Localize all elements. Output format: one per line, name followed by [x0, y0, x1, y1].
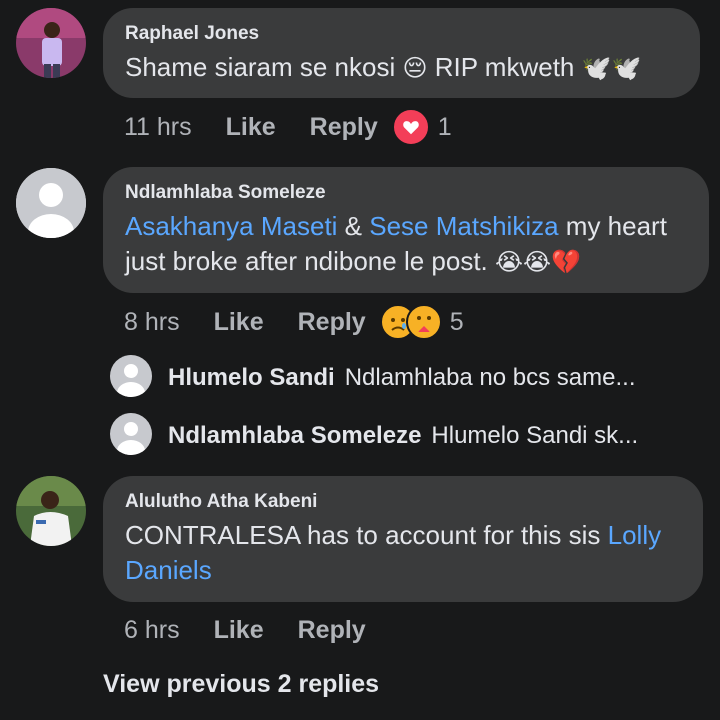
comment-time[interactable]: 8 hrs — [124, 308, 180, 337]
comment-bubble: Raphael Jones Shame siaram se nkosi 😔 RI… — [103, 8, 700, 98]
reply-text: Hlumelo Sandi sk... — [431, 422, 639, 449]
dove-emoji: 🕊️🕊️ — [581, 54, 642, 82]
comment-actions: 11 hrs Like Reply 1 — [124, 107, 452, 147]
view-previous-replies-link[interactable]: View previous 2 replies — [103, 670, 379, 699]
like-button[interactable]: Like — [214, 308, 264, 337]
mention-link[interactable]: Sese Matshikiza — [369, 211, 558, 241]
comment-author[interactable]: Ndlamhlaba Someleze — [125, 181, 689, 205]
like-button[interactable]: Like — [226, 113, 276, 142]
comment-actions: 8 hrs Like Reply 5 — [124, 302, 464, 342]
avatar[interactable] — [16, 168, 86, 238]
reply-preview[interactable]: Hlumelo Sandi Ndlamhlaba no bcs same... — [168, 356, 636, 400]
reply-author[interactable]: Ndlamhlaba Someleze — [168, 422, 421, 450]
comments-thread: Raphael Jones Shame siaram se nkosi 😔 RI… — [0, 0, 720, 720]
default-avatar-icon — [110, 413, 152, 455]
reply-author[interactable]: Hlumelo Sandi — [168, 364, 335, 392]
heart-icon — [391, 108, 430, 146]
comment-text: Shame siaram se nkosi 😔 RIP mkweth 🕊️🕊️ — [125, 52, 642, 82]
comment-author[interactable]: Alulutho Atha Kabeni — [125, 490, 683, 514]
reaction-count: 1 — [437, 112, 452, 141]
avatar[interactable] — [110, 413, 152, 455]
pensive-emoji: 😔 — [402, 54, 428, 82]
avatar[interactable] — [16, 476, 86, 546]
reply-button[interactable]: Reply — [298, 308, 366, 337]
comment-author[interactable]: Raphael Jones — [125, 22, 680, 46]
default-avatar-icon — [16, 168, 86, 238]
default-avatar-icon — [110, 355, 152, 397]
comment-time[interactable]: 11 hrs — [124, 113, 192, 142]
reactions-summary[interactable] — [379, 304, 442, 340]
reply-button[interactable]: Reply — [310, 113, 378, 142]
avatar[interactable] — [110, 355, 152, 397]
like-button[interactable]: Like — [214, 616, 264, 645]
reaction-count: 5 — [449, 307, 464, 336]
comment-bubble: Ndlamhlaba Someleze Asakhanya Maseti & S… — [103, 167, 709, 293]
comment-actions: 6 hrs Like Reply — [124, 610, 400, 650]
comment-text: Asakhanya Maseti & Sese Matshikiza my he… — [125, 211, 667, 276]
comment-bubble: Alulutho Atha Kabeni CONTRALESA has to a… — [103, 476, 703, 602]
reply-button[interactable]: Reply — [298, 616, 366, 645]
profile-photo — [16, 476, 86, 546]
comment-text: CONTRALESA has to account for this sis L… — [125, 520, 662, 585]
reactions-summary[interactable] — [391, 108, 430, 146]
care-icon — [405, 304, 442, 340]
comment-time[interactable]: 6 hrs — [124, 616, 180, 645]
avatar[interactable] — [16, 8, 86, 78]
reply-preview[interactable]: Ndlamhlaba Someleze Hlumelo Sandi sk... — [168, 414, 638, 458]
crying-emoji: 😭😭💔 — [495, 248, 581, 276]
mention-link[interactable]: Asakhanya Maseti — [125, 211, 337, 241]
reply-text: Ndlamhlaba no bcs same... — [344, 364, 636, 391]
profile-photo — [16, 8, 86, 78]
